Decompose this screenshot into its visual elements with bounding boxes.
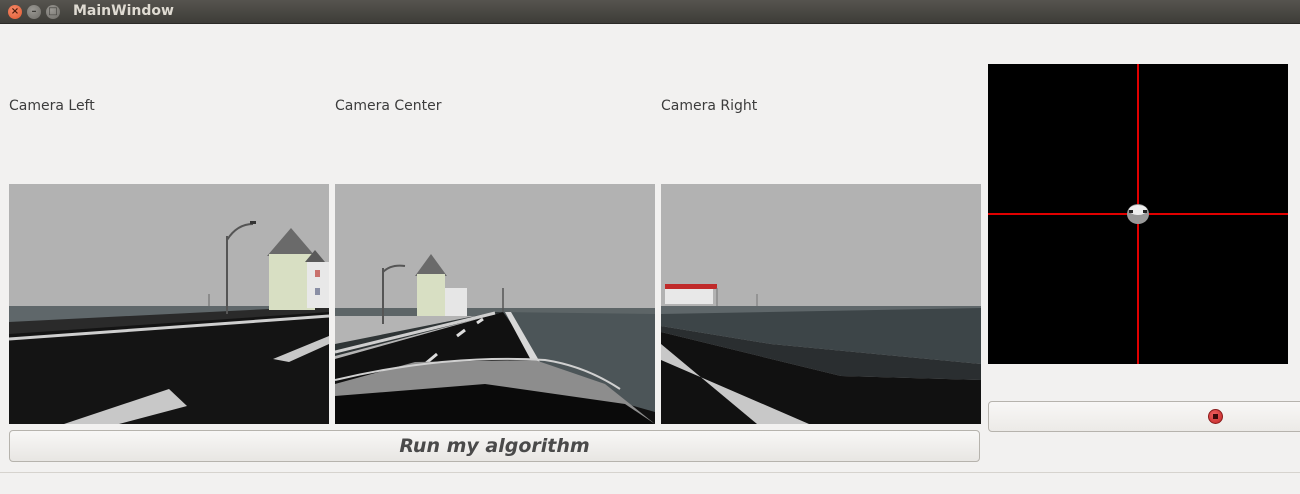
window-title: MainWindow — [73, 3, 174, 19]
joystick-slider[interactable] — [988, 401, 1300, 432]
maximize-icon[interactable]: □ — [46, 5, 60, 19]
camera-center-label: Camera Center — [335, 98, 442, 114]
run-algorithm-button[interactable]: Run my algorithm — [9, 430, 980, 462]
minimize-icon[interactable]: – — [27, 5, 41, 19]
camera-left-label: Camera Left — [9, 98, 95, 114]
map-view[interactable] — [988, 64, 1288, 364]
title-bar: × – □ MainWindow — [0, 0, 1300, 24]
camera-center-view — [335, 184, 655, 424]
car-marker-icon — [1127, 204, 1149, 224]
close-icon[interactable]: × — [8, 5, 22, 19]
status-bar-divider — [0, 472, 1300, 473]
camera-right-label: Camera Right — [661, 98, 758, 114]
camera-left-view — [9, 184, 329, 424]
joystick-handle-icon[interactable] — [1208, 409, 1223, 424]
camera-right-view — [661, 184, 981, 424]
